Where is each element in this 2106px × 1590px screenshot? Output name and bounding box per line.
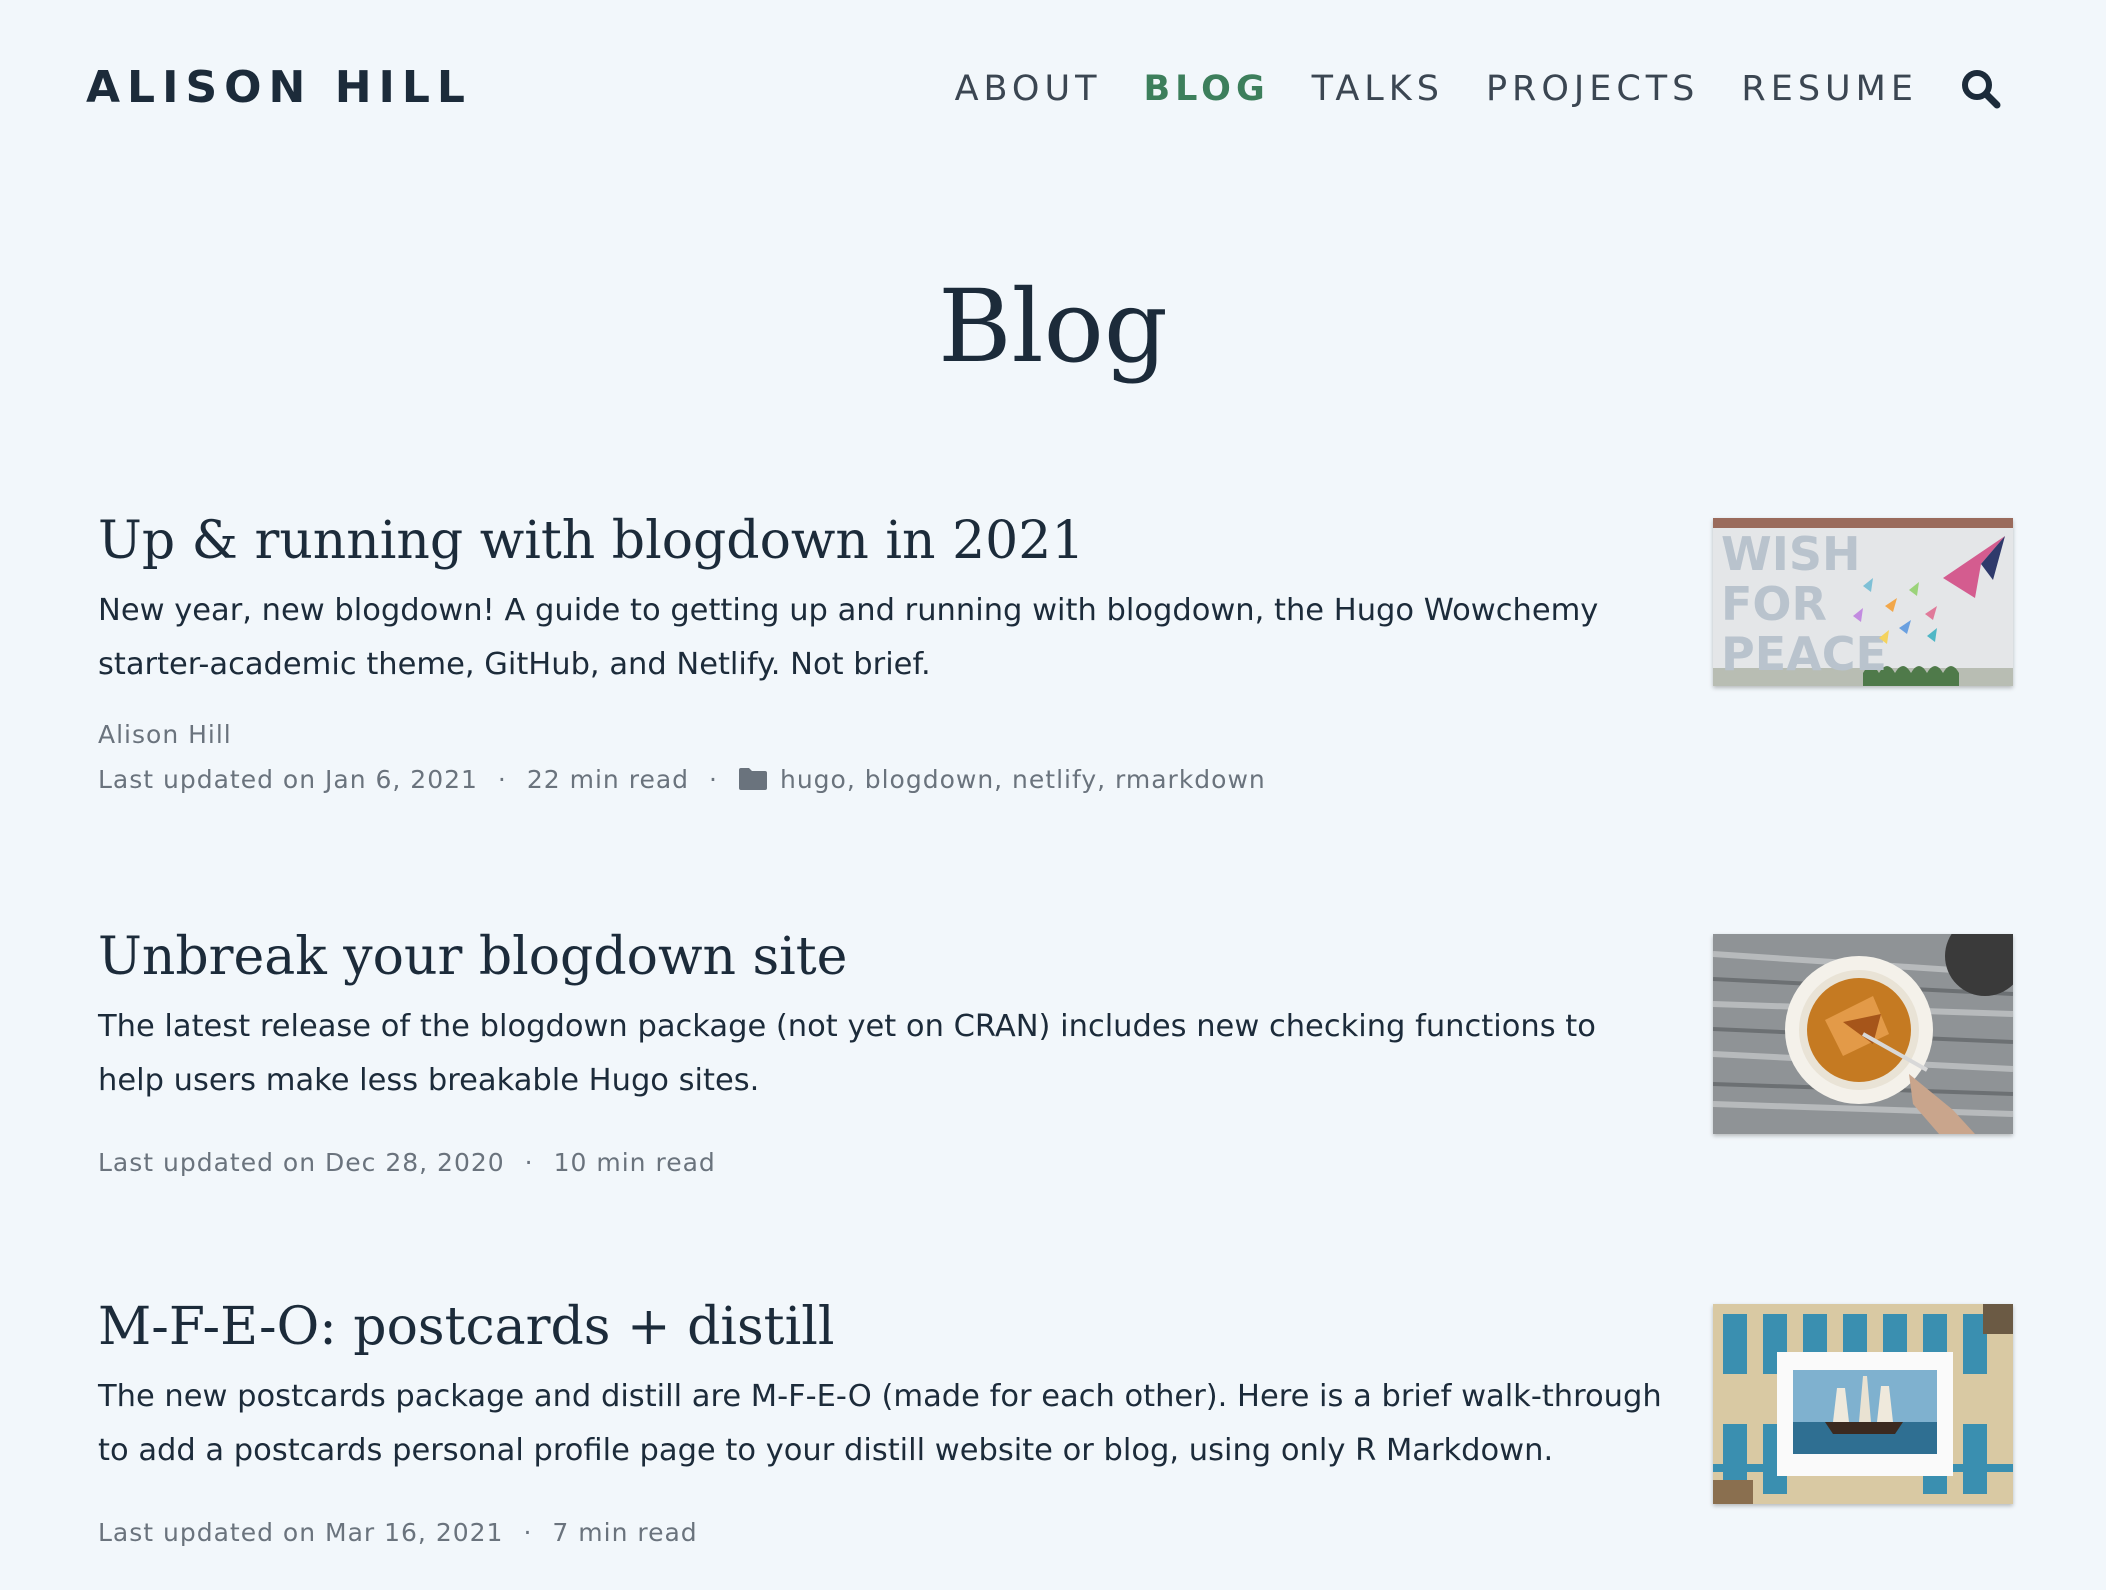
- search-icon[interactable]: [1960, 68, 2002, 110]
- meta-separator: ·: [709, 764, 718, 794]
- nav-menu: ABOUT BLOG TALKS PROJECTS RESUME: [913, 68, 2002, 110]
- meta-separator: ·: [524, 1147, 534, 1177]
- svg-text:FOR: FOR: [1721, 577, 1827, 631]
- site-brand[interactable]: ALISON HILL: [86, 62, 472, 113]
- thumbnail-text: WISH: [1721, 527, 1860, 581]
- post-read-time: 10 min read: [553, 1147, 716, 1177]
- post-read-time: 22 min read: [526, 764, 690, 794]
- post-thumbnail[interactable]: [1713, 1304, 2013, 1504]
- nav-projects[interactable]: PROJECTS: [1486, 69, 1699, 109]
- meta-separator: ·: [497, 764, 507, 794]
- post-body: M-F-E-O: postcards + distill The new pos…: [98, 1297, 1668, 1547]
- post-author[interactable]: Alison Hill: [98, 720, 1668, 749]
- post-categories[interactable]: hugo, blogdown, netlify, rmarkdown: [780, 765, 1266, 794]
- post-summary: The new postcards package and distill ar…: [98, 1378, 1662, 1468]
- post-title[interactable]: Unbreak your blogdown site: [98, 927, 1668, 988]
- post-summary: The latest release of the blogdown packa…: [98, 1008, 1596, 1098]
- page-title: Blog: [938, 268, 1168, 385]
- post-thumbnail[interactable]: WISH FOR PEACE: [1713, 518, 2013, 686]
- navbar: ALISON HILL ABOUT BLOG TALKS PROJECTS RE…: [0, 0, 2106, 180]
- post-date: Last updated on Jan 6, 2021: [98, 764, 478, 794]
- nav-talks[interactable]: TALKS: [1312, 69, 1444, 109]
- folder-icon: [738, 767, 768, 791]
- nav-resume[interactable]: RESUME: [1741, 69, 1918, 109]
- post-title[interactable]: M-F-E-O: postcards + distill: [98, 1297, 1668, 1358]
- nav-blog[interactable]: BLOG: [1143, 69, 1269, 109]
- post-meta: Last updated on Jan 6, 2021 · 22 min rea…: [98, 765, 1668, 794]
- svg-text:PEACE: PEACE: [1721, 627, 1887, 681]
- post-body: Up & running with blogdown in 2021 New y…: [98, 511, 1668, 794]
- nav-about[interactable]: ABOUT: [955, 69, 1102, 109]
- post-meta: Last updated on Dec 28, 2020 · 10 min re…: [98, 1148, 1668, 1177]
- post-read-time: 7 min read: [552, 1517, 698, 1547]
- post-summary: New year, new blogdown! A guide to getti…: [98, 592, 1599, 682]
- post-title[interactable]: Up & running with blogdown in 2021: [98, 511, 1668, 572]
- post-body: Unbreak your blogdown site The latest re…: [98, 927, 1668, 1177]
- meta-separator: ·: [523, 1517, 533, 1547]
- post-date: Last updated on Dec 28, 2020: [98, 1147, 505, 1177]
- post-thumbnail[interactable]: [1713, 934, 2013, 1134]
- post-meta: Last updated on Mar 16, 2021 · 7 min rea…: [98, 1518, 1668, 1547]
- post-date: Last updated on Mar 16, 2021: [98, 1517, 504, 1547]
